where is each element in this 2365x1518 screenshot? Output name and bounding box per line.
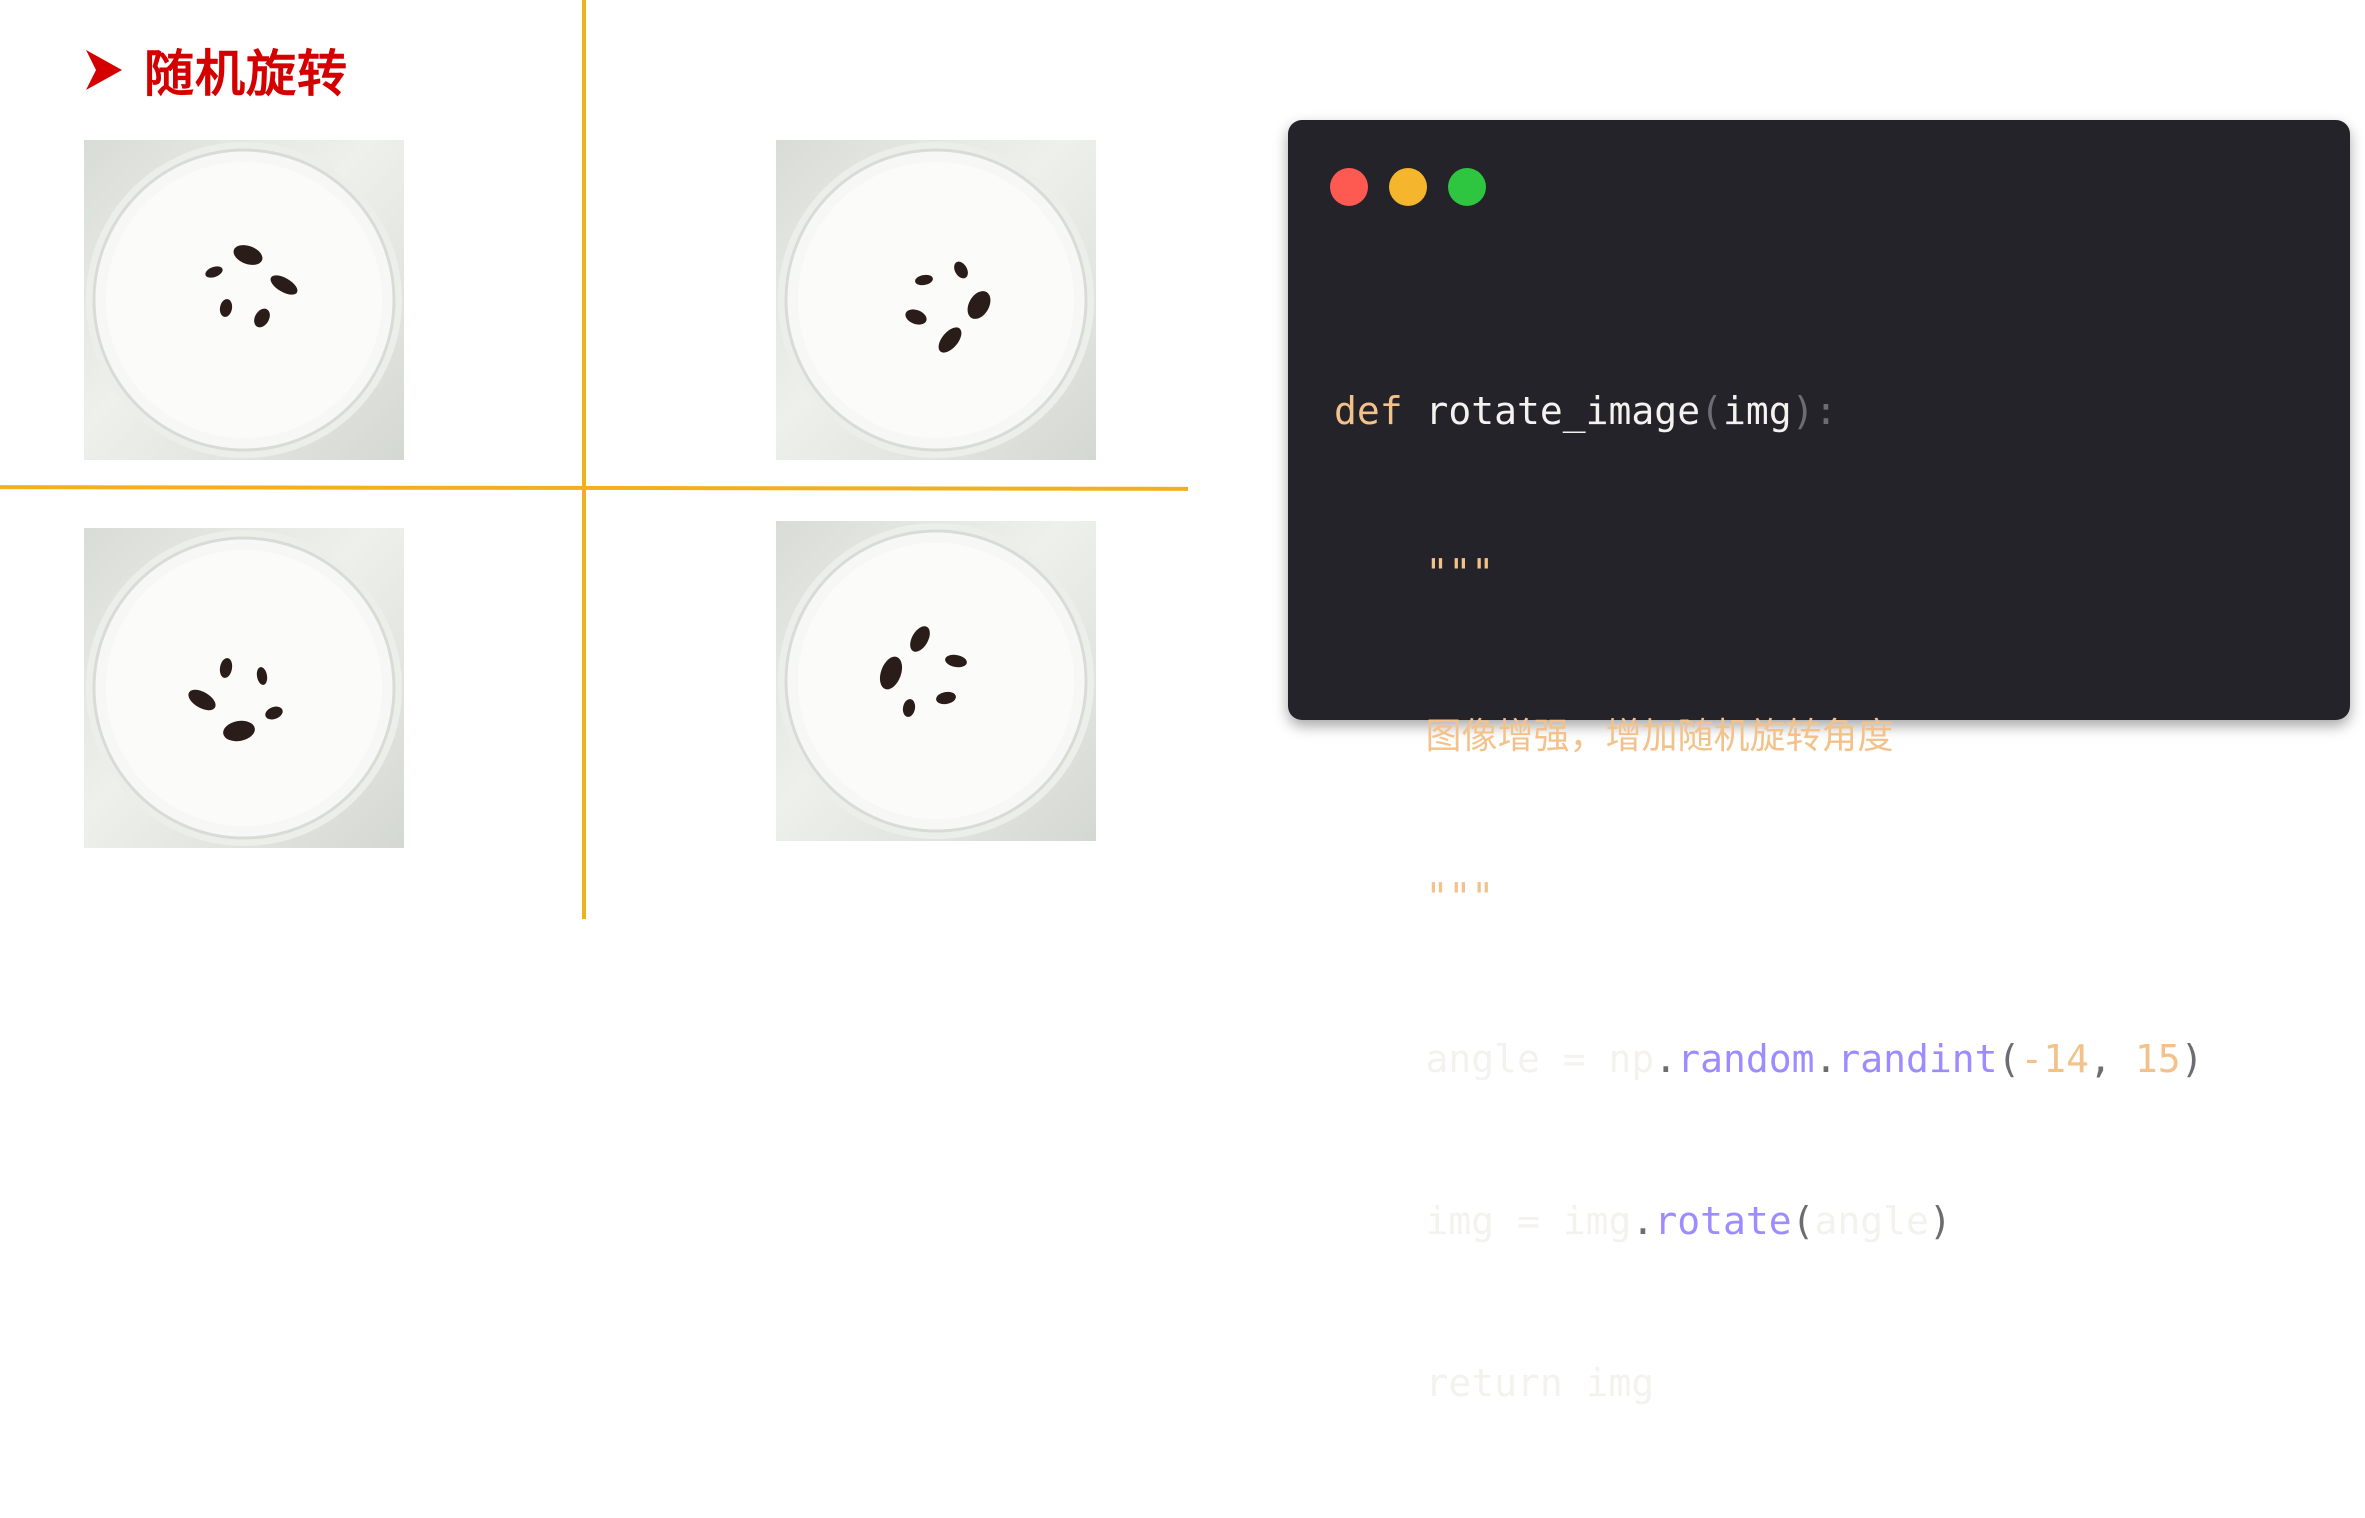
- code-block: def rotate_image(img): """ 图像增强，增加随机旋转角度…: [1334, 276, 2203, 1518]
- close-dot-icon: [1330, 168, 1368, 206]
- slide-title: 随机旋转: [86, 34, 348, 106]
- code-line-2: """: [1425, 551, 1495, 595]
- code-line-4: """: [1425, 875, 1495, 919]
- code-window: def rotate_image(img): """ 图像增强，增加随机旋转角度…: [1288, 120, 2350, 1405]
- petri-dish-image-rotated-2: [84, 528, 404, 848]
- arrow-bullet-icon: [86, 50, 122, 90]
- slide-title-text: 随机旋转: [144, 45, 348, 103]
- minimize-dot-icon: [1389, 168, 1427, 206]
- code-line-5: angle = np.random.randint(-14, 15): [1425, 1037, 2204, 1081]
- vertical-divider: [582, 0, 586, 919]
- petri-dish-image-rotated-1: [776, 140, 1096, 460]
- code-line-1: def rotate_image(img):: [1334, 389, 1838, 433]
- code-line-7: return img: [1425, 1361, 1655, 1405]
- horizontal-divider: [0, 485, 1189, 491]
- maximize-dot-icon: [1448, 168, 1486, 206]
- petri-dish-image-rotated-3: [776, 521, 1096, 841]
- petri-dish-image-original: [84, 140, 404, 460]
- code-line-3: 图像增强，增加随机旋转角度: [1425, 716, 1894, 757]
- code-line-6: img = img.rotate(angle): [1425, 1199, 1952, 1243]
